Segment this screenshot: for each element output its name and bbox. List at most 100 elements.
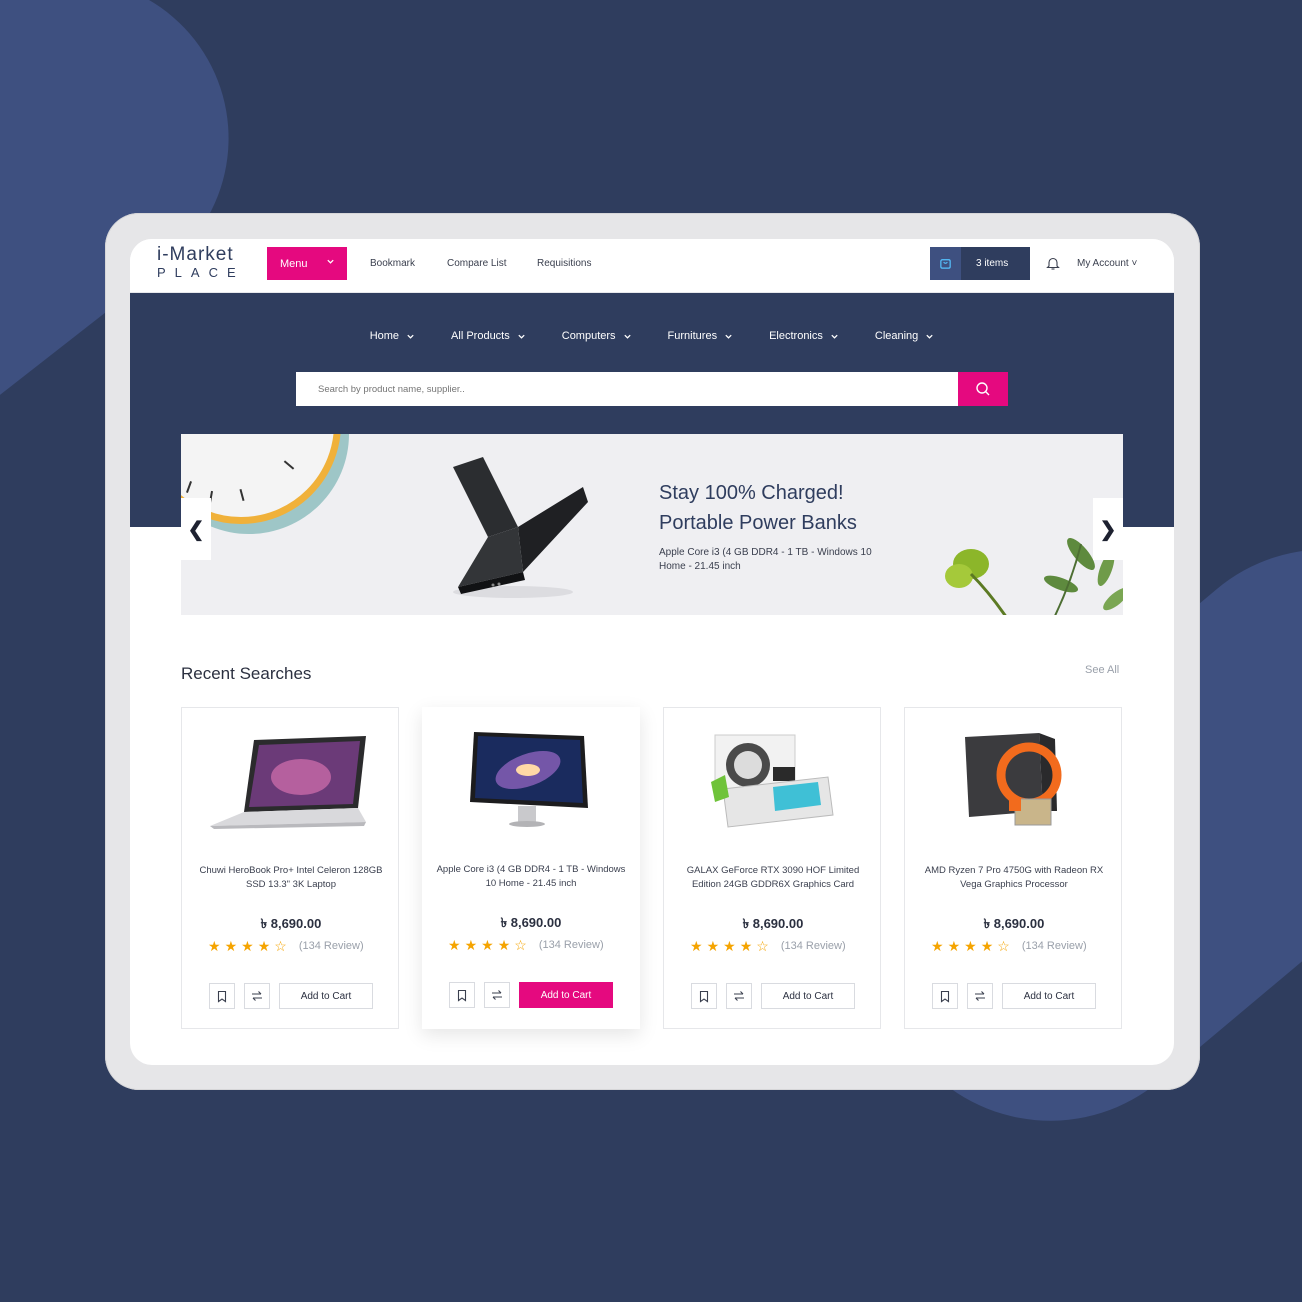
rating: ★ ★ ★ ★ ☆ (134 Review): [448, 937, 604, 953]
bookmark-button[interactable]: [209, 983, 235, 1009]
menu-button[interactable]: Menu: [267, 247, 347, 280]
power-bank-image: [453, 457, 588, 598]
search-input[interactable]: [296, 372, 958, 406]
chevron-down-icon: [725, 334, 732, 339]
product-card[interactable]: Chuwi HeroBook Pro+ Intel Celeron 128GB …: [181, 707, 399, 1029]
product-card[interactable]: Apple Core i3 (4 GB DDR4 - 1 TB - Window…: [422, 707, 640, 1029]
my-account-menu[interactable]: My Account ˅: [1077, 258, 1137, 269]
nav-cleaning[interactable]: Cleaning: [875, 330, 934, 342]
add-to-cart-button[interactable]: Add to Cart: [519, 982, 613, 1008]
nav-computers[interactable]: Computers: [562, 330, 632, 342]
rating: ★ ★ ★ ★ ☆ (134 Review): [931, 938, 1087, 954]
product-name[interactable]: GALAX GeForce RTX 3090 HOF Limited Editi…: [678, 864, 868, 892]
bookmark-link[interactable]: Bookmark: [370, 258, 415, 269]
star-filled-icon: ★: [224, 938, 238, 954]
product-image-graphics-card: [664, 722, 882, 842]
product-image-laptop: [182, 722, 400, 842]
cart-count: 3 items: [976, 258, 1009, 269]
nav-all-products[interactable]: All Products: [451, 330, 526, 342]
logo-sub-text: PLACE: [157, 265, 245, 280]
bookmark-button[interactable]: [449, 982, 475, 1008]
bookmark-button[interactable]: [691, 983, 717, 1009]
star-empty-icon: ☆: [274, 938, 287, 954]
bell-icon[interactable]: [1046, 256, 1060, 271]
star-empty-icon: ☆: [997, 938, 1010, 954]
chevron-down-icon: [327, 259, 334, 264]
star-filled-icon: ★: [964, 938, 977, 954]
nav-label: Computers: [561, 330, 616, 342]
nav-home[interactable]: Home: [370, 330, 415, 342]
bookmark-icon: [457, 989, 467, 1002]
see-all-link[interactable]: See All: [1085, 664, 1119, 676]
chevron-down-icon: [831, 334, 838, 339]
search-button[interactable]: [958, 372, 1008, 406]
bookmark-icon: [217, 990, 227, 1003]
compare-list-link[interactable]: Compare List: [447, 258, 506, 269]
product-card[interactable]: AMD Ryzen 7 Pro 4750G with Radeon RX Veg…: [904, 707, 1122, 1029]
requisitions-link[interactable]: Requisitions: [537, 258, 591, 269]
search-icon: [976, 382, 990, 396]
nav-label: Cleaning: [874, 330, 919, 342]
star-filled-icon: ★: [723, 938, 736, 954]
chevron-down-icon: [926, 334, 933, 339]
bookmark-icon: [699, 990, 709, 1003]
product-name[interactable]: Chuwi HeroBook Pro+ Intel Celeron 128GB …: [196, 864, 386, 892]
cart-button[interactable]: 3 items: [930, 247, 1030, 280]
nav-label: Furnitures: [667, 330, 718, 342]
chevron-down-icon: [623, 334, 631, 339]
logo-main-text: i-Market: [157, 244, 234, 265]
add-to-cart-button[interactable]: Add to Cart: [1002, 983, 1096, 1009]
banner-title: Stay 100% Charged! Portable Power Banks: [659, 478, 857, 538]
banner-title-line2: Portable Power Banks: [659, 512, 857, 534]
app-screen: i-Market PLACE Menu Bookmark Compare Lis…: [130, 239, 1174, 1065]
nav-furnitures[interactable]: Furnitures: [668, 330, 734, 342]
hero-banner: Stay 100% Charged! Portable Power Banks …: [181, 434, 1123, 615]
star-filled-icon: ★: [931, 938, 944, 954]
star-filled-icon: ★: [481, 937, 494, 953]
compare-icon: [975, 991, 985, 1001]
section-title: Recent Searches: [181, 664, 312, 683]
compare-icon: [252, 991, 262, 1001]
bookmark-button[interactable]: [932, 983, 958, 1009]
nav-label: All Products: [451, 330, 510, 342]
review-count: (134 Review): [538, 939, 604, 951]
banner-prev-button[interactable]: ❮: [181, 498, 211, 560]
compare-icon: [734, 991, 744, 1001]
nav-electronics[interactable]: Electronics: [769, 330, 839, 342]
star-filled-icon: ★: [706, 938, 720, 954]
product-price: ৳ 8,690.00: [742, 916, 804, 931]
compare-button[interactable]: [244, 983, 270, 1009]
banner-description: Apple Core i3 (4 GB DDR4 - 1 TB - Window…: [659, 547, 872, 572]
product-price: ৳ 8,690.00: [260, 916, 322, 931]
star-filled-icon: ★: [739, 938, 753, 954]
logo[interactable]: i-Market PLACE: [157, 244, 245, 281]
star-filled-icon: ★: [980, 938, 994, 954]
shopping-bag-icon: [930, 247, 961, 280]
chevron-down-icon: [407, 334, 414, 339]
product-price: ৳ 8,690.00: [500, 915, 562, 930]
add-to-cart-button[interactable]: Add to Cart: [761, 983, 855, 1009]
star-filled-icon: ★: [208, 938, 221, 954]
compare-button[interactable]: [967, 983, 993, 1009]
compare-icon: [492, 990, 502, 1000]
product-card[interactable]: GALAX GeForce RTX 3090 HOF Limited Editi…: [663, 707, 881, 1029]
product-name[interactable]: AMD Ryzen 7 Pro 4750G with Radeon RX Veg…: [919, 864, 1109, 892]
product-name[interactable]: Apple Core i3 (4 GB DDR4 - 1 TB - Window…: [436, 863, 626, 891]
review-count: (134 Review): [780, 940, 846, 952]
chevron-down-icon: [518, 334, 525, 339]
star-filled-icon: ★: [464, 937, 478, 953]
add-to-cart-button[interactable]: Add to Cart: [279, 983, 373, 1009]
star-empty-icon: ☆: [514, 937, 527, 953]
star-filled-icon: ★: [241, 938, 254, 954]
review-count: (134 Review): [298, 940, 364, 952]
nav-label: Home: [369, 330, 400, 342]
banner-next-button[interactable]: ❯: [1093, 498, 1123, 560]
rating: ★ ★ ★ ★ ☆ (134 Review): [690, 938, 846, 954]
category-nav: Home All Products Computers Furnitures E…: [130, 330, 1174, 342]
rating: ★ ★ ★ ★ ☆ (134 Review): [208, 938, 364, 954]
star-filled-icon: ★: [690, 938, 703, 954]
compare-button[interactable]: [484, 982, 510, 1008]
product-image-monitor: [422, 721, 640, 841]
search-bar: [296, 372, 1008, 406]
compare-button[interactable]: [726, 983, 752, 1009]
